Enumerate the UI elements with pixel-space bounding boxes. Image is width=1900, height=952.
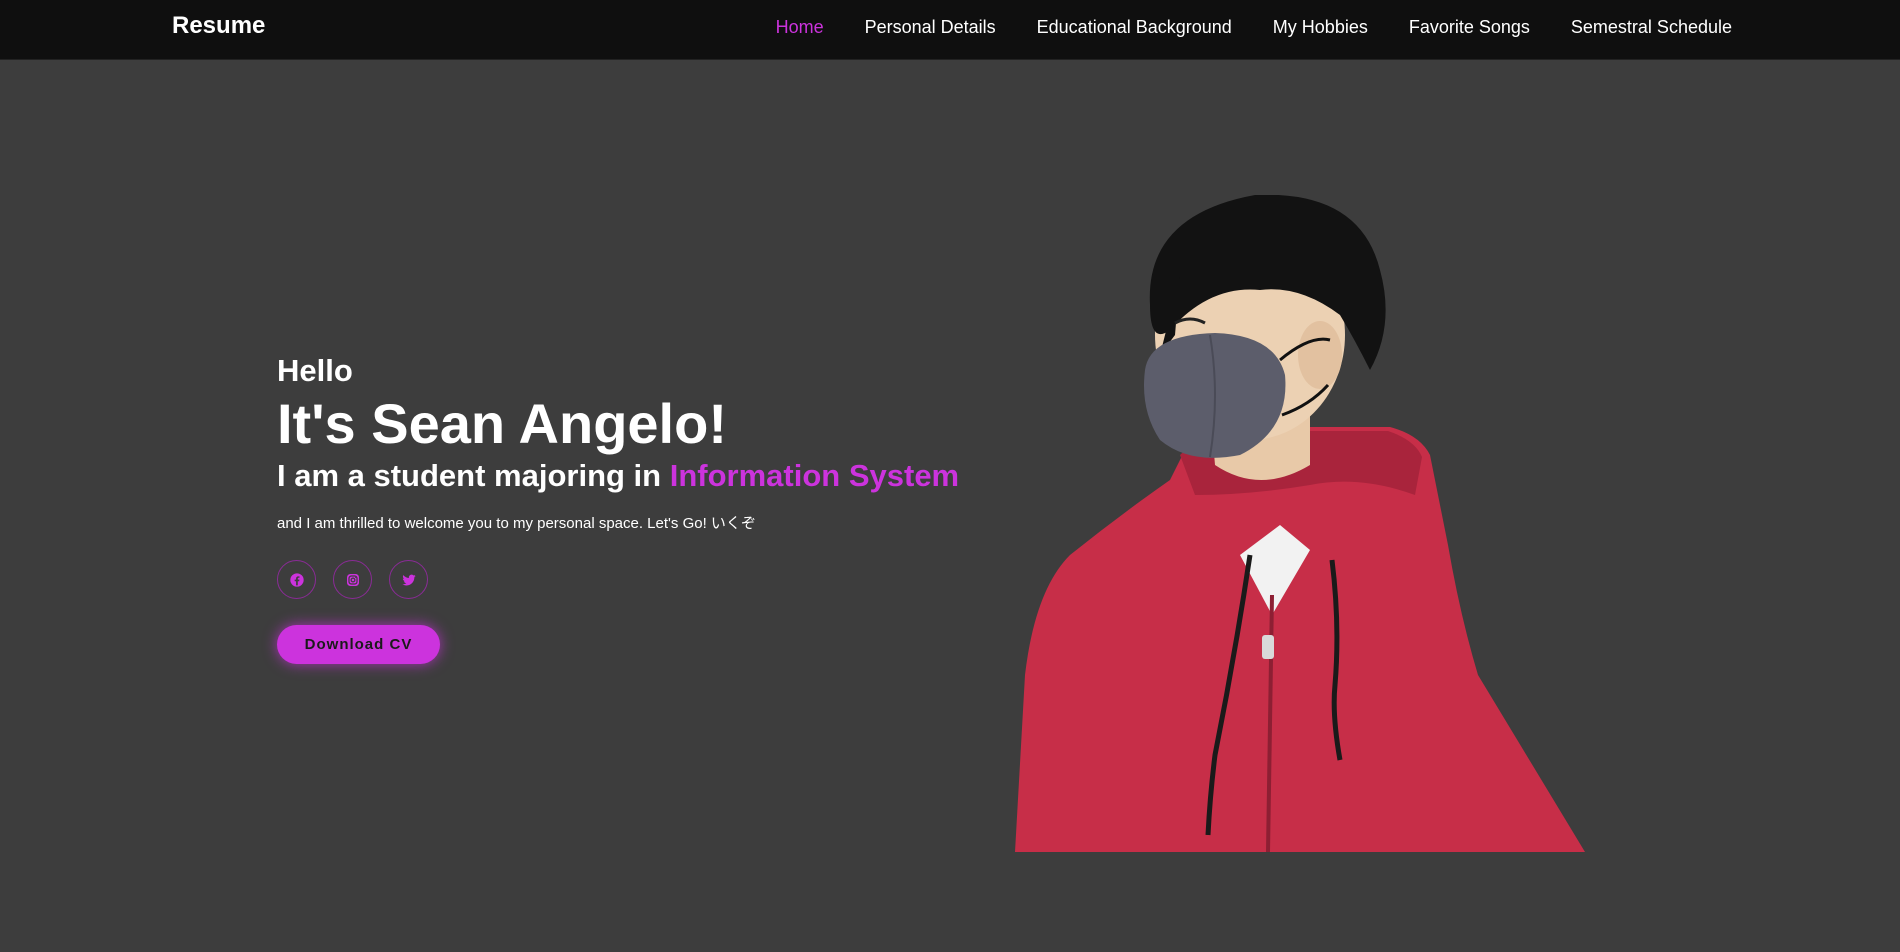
- hero-intro: and I am thrilled to welcome you to my p…: [277, 515, 756, 532]
- profile-photo-illustration: [1015, 194, 1585, 853]
- hero-name: It's Sean Angelo!: [277, 392, 727, 455]
- download-cv-button[interactable]: Download CV: [277, 625, 440, 664]
- twitter-icon: [401, 574, 416, 585]
- nav-link-home[interactable]: Home: [776, 17, 824, 37]
- nav-link-semestral-schedule[interactable]: Semestral Schedule: [1571, 17, 1732, 37]
- instagram-link[interactable]: [333, 560, 372, 599]
- twitter-link[interactable]: [389, 560, 428, 599]
- instagram-icon: [346, 573, 359, 586]
- profile-photo: [1010, 194, 1590, 855]
- nav-item-my-hobbies: My Hobbies: [1273, 17, 1368, 38]
- nav-link-my-hobbies[interactable]: My Hobbies: [1273, 17, 1368, 37]
- facebook-link[interactable]: [277, 560, 316, 599]
- nav-link-favorite-songs[interactable]: Favorite Songs: [1409, 17, 1530, 37]
- tagline-prefix: I am a student majoring in: [277, 458, 670, 493]
- nav-link-personal-details[interactable]: Personal Details: [865, 17, 996, 37]
- nav-item-home: Home: [776, 17, 824, 38]
- hero-section: Hello It's Sean Angelo! I am a student m…: [277, 352, 997, 664]
- hero-tagline: I am a student majoring in Information S…: [277, 456, 997, 496]
- facebook-icon: [289, 572, 304, 587]
- hero-greeting: Hello: [277, 353, 353, 388]
- nav-item-favorite-songs: Favorite Songs: [1409, 17, 1530, 38]
- tagline-highlight: Information System: [669, 458, 960, 493]
- nav-item-educational-background: Educational Background: [1037, 17, 1232, 38]
- brand-logo[interactable]: Resume: [172, 12, 265, 40]
- nav-link-educational-background[interactable]: Educational Background: [1037, 17, 1232, 37]
- nav-item-personal-details: Personal Details: [865, 17, 996, 38]
- nav-item-semestral-schedule: Semestral Schedule: [1571, 17, 1732, 38]
- navbar: Resume Home Personal Details Educational…: [0, 0, 1900, 60]
- social-links: [277, 560, 997, 599]
- nav-links: Home Personal Details Educational Backgr…: [776, 17, 1732, 38]
